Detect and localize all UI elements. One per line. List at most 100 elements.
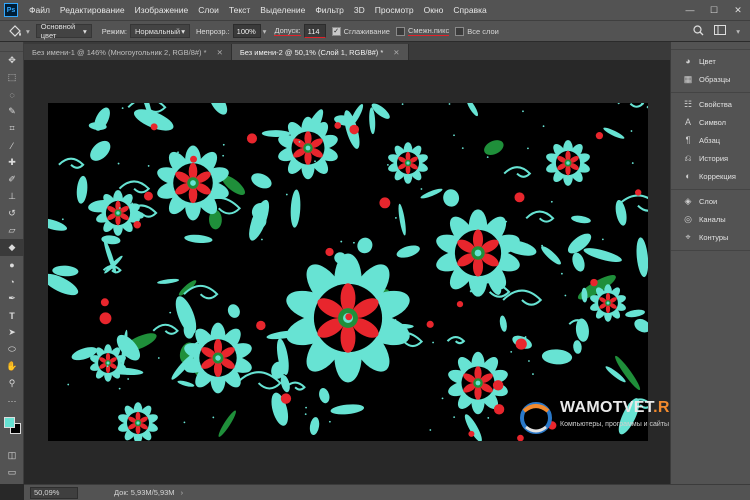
toolbar-grip[interactable] <box>0 42 23 52</box>
options-bar: ▾ Основной цвет ▾ Режим: Нормальный ▾ Не… <box>0 20 750 42</box>
foreground-color-swatch[interactable] <box>4 417 15 428</box>
panel-grip[interactable] <box>671 42 750 50</box>
chevron-down-icon[interactable]: ▾ <box>736 27 740 36</box>
document-tabs: Без имени-1 @ 146% (Многоугольник 2, RGB… <box>24 42 670 60</box>
canvas-area[interactable]: WAMOTVET.RU Компьютеры, программы и сайт… <box>24 60 681 484</box>
watermark: WAMOTVET.RU Компьютеры, программы и сайт… <box>516 397 696 441</box>
watermark-logo-icon <box>520 402 552 434</box>
menu-bar: Ps Файл Редактирование Изображение Слои Текс… <box>0 0 750 20</box>
panel-item-color-wheel[interactable]: ◕ Цвет <box>671 52 750 70</box>
menu-item-3[interactable]: Слои <box>193 5 224 15</box>
panel-item-layers[interactable]: ◈ Слои <box>671 192 750 210</box>
all-layers-checkbox[interactable] <box>455 26 465 36</box>
panel-group-color: ◕ Цвет ▦ Образцы <box>671 50 750 93</box>
hand-tool-icon[interactable]: ✋ <box>0 358 24 375</box>
antialias-label: Сглаживание <box>343 26 390 36</box>
close-tab-icon[interactable]: ✕ <box>217 48 223 57</box>
tab-document-1[interactable]: Без имени-1 @ 146% (Многоугольник 2, RGB… <box>24 44 232 60</box>
menu-item-10[interactable]: Справка <box>448 5 491 15</box>
tools-panel: ✥ ⬚ ◌ ✎ ⌗ ⁄ ✚ ✐ ⊥ ↺ ▱ ◆ ● ◔ ✒ T ➤ ⬭ ✋ ⚲ … <box>0 42 24 484</box>
panel-item-adjustments[interactable]: ◐ Коррекция <box>671 167 750 185</box>
search-icon[interactable] <box>693 24 704 38</box>
all-layers-label: Все слои <box>467 26 499 36</box>
move-tool-icon[interactable]: ✥ <box>0 52 24 69</box>
minimize-button[interactable]: — <box>678 0 702 20</box>
quick-mask-icon[interactable]: ◫ <box>0 447 24 464</box>
menu-item-5[interactable]: Выделение <box>255 5 310 15</box>
panel-item-label: Слои <box>699 196 718 206</box>
menu-item-7[interactable]: 3D <box>349 5 370 15</box>
clone-stamp-tool-icon[interactable]: ⊥ <box>0 188 24 205</box>
brush-tool-icon[interactable]: ✐ <box>0 171 24 188</box>
panel-item-channels[interactable]: ◎ Каналы <box>671 210 750 228</box>
crop-tool-icon[interactable]: ⌗ <box>0 120 24 137</box>
opacity-input[interactable]: 100% <box>232 24 261 38</box>
panel-item-history[interactable]: ⎌ История <box>671 149 750 167</box>
panel-item-label: Каналы <box>699 214 726 224</box>
history-icon: ⎌ <box>684 152 692 163</box>
opacity-chevron-icon[interactable]: ▾ <box>263 27 267 36</box>
zoom-level-input[interactable]: 50,09% <box>30 486 78 499</box>
panel-item-label: Контуры <box>699 232 729 242</box>
adjustments-icon: ◐ <box>685 171 691 181</box>
menu-item-8[interactable]: Просмотр <box>370 5 419 15</box>
floral-artwork-image <box>48 103 648 441</box>
close-button[interactable]: ✕ <box>726 0 750 20</box>
blur-tool-icon[interactable]: ● <box>0 256 24 273</box>
zoom-tool-icon[interactable]: ⚲ <box>0 375 24 392</box>
maximize-button[interactable]: ☐ <box>702 0 726 20</box>
panel-group-layers: ◈ Слои ◎ Каналы ⌖ Контуры <box>671 190 750 251</box>
contiguous-checkbox[interactable] <box>395 26 405 36</box>
path-select-tool-icon[interactable]: ➤ <box>0 324 24 341</box>
status-bar: 50,09% Док: 5,93M/5,93M › <box>24 484 750 500</box>
screen-mode-icon[interactable]: ▭ <box>0 464 24 481</box>
lasso-tool-icon[interactable]: ◌ <box>0 86 24 103</box>
menu-item-6[interactable]: Фильтр <box>310 5 349 15</box>
dodge-tool-icon[interactable]: ◔ <box>0 273 24 290</box>
layers-icon: ◈ <box>684 195 692 206</box>
panel-item-swatches[interactable]: ▦ Образцы <box>671 70 750 88</box>
sample-source-select[interactable]: Основной цвет ▾ <box>35 22 92 40</box>
window-controls: — ☐ ✕ <box>678 0 750 20</box>
menu-item-1[interactable]: Редактирование <box>55 5 130 15</box>
shape-tool-icon[interactable]: ⬭ <box>0 341 24 358</box>
eraser-tool-icon[interactable]: ▱ <box>0 222 24 239</box>
paint-bucket-tool-icon[interactable]: ◆ <box>0 239 24 256</box>
healing-brush-tool-icon[interactable]: ✚ <box>0 154 24 171</box>
document-canvas[interactable] <box>48 103 648 441</box>
eyedropper-tool-icon[interactable]: ⁄ <box>0 137 24 154</box>
more-tools-icon[interactable]: ··· <box>0 392 24 409</box>
menu-item-4[interactable]: Текст <box>224 5 255 15</box>
menu-item-2[interactable]: Изображение <box>130 5 194 15</box>
antialias-checkbox[interactable]: ✓ <box>331 26 341 36</box>
history-brush-tool-icon[interactable]: ↺ <box>0 205 24 222</box>
tolerance-input[interactable]: 114 <box>303 24 326 38</box>
opacity-label: Непрозр.: <box>195 26 230 36</box>
workspace-icon[interactable] <box>714 25 727 37</box>
tolerance-label: Допуск: <box>274 26 301 36</box>
paint-bucket-tool-icon[interactable] <box>4 22 26 40</box>
mode-select[interactable]: Нормальный ▾ <box>129 24 190 38</box>
panel-item-properties[interactable]: ☷ Свойства <box>671 95 750 113</box>
chevron-down-icon: ▾ <box>181 26 185 36</box>
watermark-title: WAMOTVET.RU <box>560 399 682 416</box>
marquee-tool-icon[interactable]: ⬚ <box>0 69 24 86</box>
status-menu-arrow-icon[interactable]: › <box>181 488 184 497</box>
type-tool-icon[interactable]: T <box>0 307 24 324</box>
photoshop-logo-icon[interactable]: Ps <box>4 3 18 17</box>
menu-item-0[interactable]: Файл <box>24 5 55 15</box>
panel-item-character[interactable]: A Символ <box>671 113 750 131</box>
color-swatches[interactable] <box>0 413 24 447</box>
quick-select-tool-icon[interactable]: ✎ <box>0 103 24 120</box>
panel-item-paragraph[interactable]: ¶ Абзац <box>671 131 750 149</box>
tab-document-2[interactable]: Без имени-2 @ 50,1% (Слой 1, RGB/8#) * ✕ <box>231 44 409 60</box>
channels-icon: ◎ <box>684 213 692 224</box>
watermark-subtitle: Компьютеры, программы и сайты <box>560 421 670 428</box>
close-tab-icon[interactable]: ✕ <box>393 48 399 57</box>
panel-item-label: Абзац <box>699 135 721 145</box>
panel-item-paths[interactable]: ⌖ Контуры <box>671 228 750 246</box>
swatches-icon: ▦ <box>683 73 693 84</box>
pen-tool-icon[interactable]: ✒ <box>0 290 24 307</box>
tool-preset-arrow-icon[interactable]: ▾ <box>26 27 30 36</box>
menu-item-9[interactable]: Окно <box>419 5 449 15</box>
